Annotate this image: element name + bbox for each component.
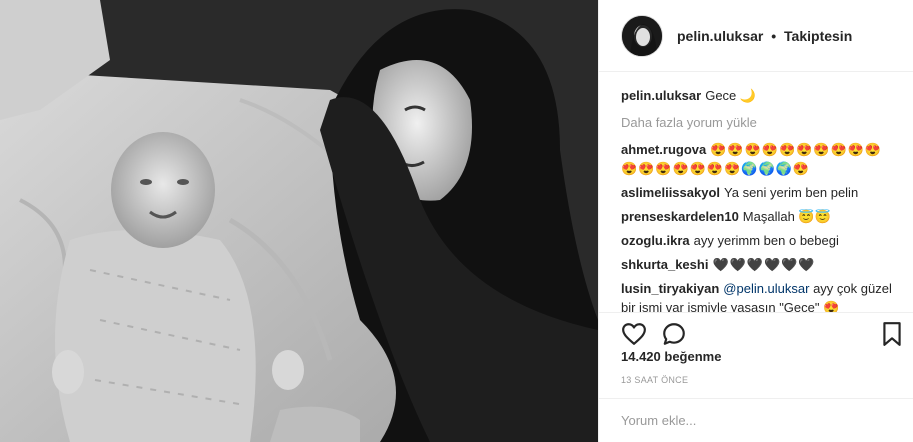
caption: pelin.uluksar Gece 🌙 [621,86,893,105]
comment-user[interactable]: ozoglu.ikra [621,233,690,248]
comment-text: Maşallah 😇😇 [742,209,831,224]
comment-user[interactable]: aslimeliissakyol [621,185,720,200]
likes-count[interactable]: 14.420 beğenme [621,349,721,364]
bookmark-icon[interactable] [880,321,906,347]
speech-bubble-icon[interactable] [661,321,687,347]
comment-user[interactable]: prenseskardelen10 [621,209,739,224]
comment-text: ayy yerimm ben o bebegi [693,233,839,248]
post-username[interactable]: pelin.uluksar [677,28,763,44]
comment-item: aslimeliissakyol Ya seni yerim ben pelin [621,183,893,202]
post-timestamp[interactable]: 13 SAAT ÖNCE [621,375,688,385]
load-more-comments-link[interactable]: Daha fazla yorum yükle [621,113,893,132]
comment-item: ahmet.rugova 😍😍😍😍😍😍😍😍😍😍😍😍😍😍😍😍😍🌍🌍🌍😍 [621,140,893,178]
comment-user[interactable]: shkurta_keshi [621,257,708,272]
avatar-image [622,15,662,56]
comment-user[interactable]: ahmet.rugova [621,142,706,157]
comment-input[interactable] [621,413,891,428]
caption-user[interactable]: pelin.uluksar [621,88,701,103]
heart-outline-icon[interactable] [621,321,647,347]
action-bar [599,312,913,352]
photo-image [0,0,598,442]
comment-item: ozoglu.ikra ayy yerimm ben o bebegi [621,231,893,250]
add-comment-bar [599,398,913,442]
comment-user[interactable]: lusin_tiryakiyan [621,281,719,296]
post-photo[interactable] [0,0,598,442]
comment-item: prenseskardelen10 Maşallah 😇😇 [621,207,893,226]
comment-item: lusin_tiryakiyan @pelin.uluksar ayy çok g… [621,279,893,312]
comment-text: Ya seni yerim ben pelin [724,185,859,200]
post-side-panel: pelin.uluksar • Takiptesin pelin.uluksar… [598,0,913,442]
comment-text: 🖤🖤🖤🖤🖤🖤 [712,257,816,272]
follow-status[interactable]: Takiptesin [784,28,852,44]
comments-list: pelin.uluksar Gece 🌙 Daha fazla yorum yük… [621,86,893,312]
comment-item: shkurta_keshi 🖤🖤🖤🖤🖤🖤 [621,255,893,274]
header-separator: • [771,27,777,44]
post-header: pelin.uluksar • Takiptesin [599,0,913,72]
header-text: pelin.uluksar • Takiptesin [677,28,852,44]
avatar[interactable] [621,14,663,57]
comment-mention[interactable]: @pelin.uluksar [723,281,809,296]
caption-text: Gece 🌙 [705,88,757,103]
